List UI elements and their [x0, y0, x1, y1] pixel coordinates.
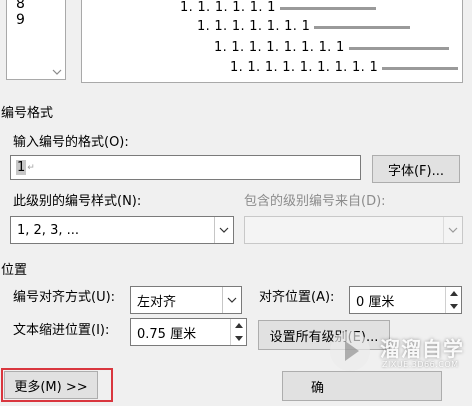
align-at-value: 0 厘米	[356, 294, 395, 310]
indent-label: 文本缩进位置(I):	[13, 323, 110, 338]
alignment-value: 左对齐	[137, 294, 177, 310]
font-button[interactable]: 字体(F)...	[372, 155, 460, 183]
spin-down-icon[interactable]	[231, 332, 246, 345]
indent-spinner[interactable]: 0.75 厘米	[130, 318, 247, 346]
chevron-down-icon[interactable]	[222, 287, 241, 313]
format-label: 输入编号的格式(O):	[13, 135, 129, 150]
preview-row: 1. 1. 1. 1. 1. 1	[180, 1, 376, 15]
scroll-down-icon[interactable]	[51, 68, 63, 78]
number-format-group-label: 编号格式	[1, 106, 54, 121]
level-item-8[interactable]: 8	[16, 0, 25, 12]
preview-number: 1. 1. 1. 1. 1. 1. 1. 1. 1	[230, 60, 379, 75]
preview-row: 1. 1. 1. 1. 1. 1. 1. 1. 1	[230, 60, 459, 75]
include-level-label: 包含的级别编号来自(D):	[244, 194, 386, 209]
spin-up-icon[interactable]	[446, 287, 461, 300]
preview-line	[314, 25, 411, 29]
level-item-9[interactable]: 9	[16, 12, 25, 28]
watermark-subtitle: ZIXUE.3D66.COM	[382, 360, 459, 369]
numbering-preview: 1. 1. 1. 1. 1. 1 1. 1. 1. 1. 1. 1. 1 1. …	[81, 0, 463, 83]
preview-line	[279, 6, 376, 10]
more-button[interactable]: 更多(M) >>	[4, 371, 98, 399]
spin-buttons[interactable]	[445, 287, 461, 313]
position-group-label: 位置	[1, 263, 28, 278]
chevron-down-icon[interactable]	[214, 217, 233, 243]
indent-value: 0.75 厘米	[137, 326, 197, 342]
preview-number: 1. 1. 1. 1. 1. 1. 1. 1	[214, 40, 345, 55]
set-all-levels-button[interactable]: 设置所有级别(E)...	[258, 320, 390, 350]
number-format-input[interactable]: 1 ↵	[10, 155, 361, 180]
preview-row: 1. 1. 1. 1. 1. 1. 1. 1	[214, 41, 449, 55]
align-at-spinner[interactable]: 0 厘米	[349, 286, 462, 314]
preview-line	[382, 66, 459, 70]
format-token: 1	[16, 160, 27, 175]
alignment-label: 编号对齐方式(U):	[13, 290, 116, 305]
watermark-title: 溜溜自学	[380, 337, 464, 361]
number-style-value: 1, 2, 3, ...	[17, 222, 80, 238]
number-style-combo[interactable]: 1, 2, 3, ...	[10, 216, 234, 244]
style-label: 此级别的编号样式(N):	[13, 194, 142, 209]
preview-number: 1. 1. 1. 1. 1. 1. 1	[197, 19, 311, 34]
spin-down-icon[interactable]	[446, 300, 461, 313]
level-list[interactable]: 8 9	[6, 0, 66, 80]
alignment-combo[interactable]: 左对齐	[130, 286, 242, 314]
ok-button[interactable]: 确	[282, 371, 442, 401]
spin-up-icon[interactable]	[231, 319, 246, 332]
preview-row: 1. 1. 1. 1. 1. 1. 1	[197, 19, 411, 34]
chevron-down-icon	[443, 217, 462, 243]
align-at-label: 对齐位置(A):	[259, 290, 335, 305]
spin-buttons[interactable]	[230, 319, 246, 345]
paragraph-mark-icon: ↵	[27, 162, 35, 173]
preview-number: 1. 1. 1. 1. 1. 1	[180, 0, 276, 15]
preview-line	[348, 46, 449, 50]
include-level-combo	[244, 216, 463, 244]
